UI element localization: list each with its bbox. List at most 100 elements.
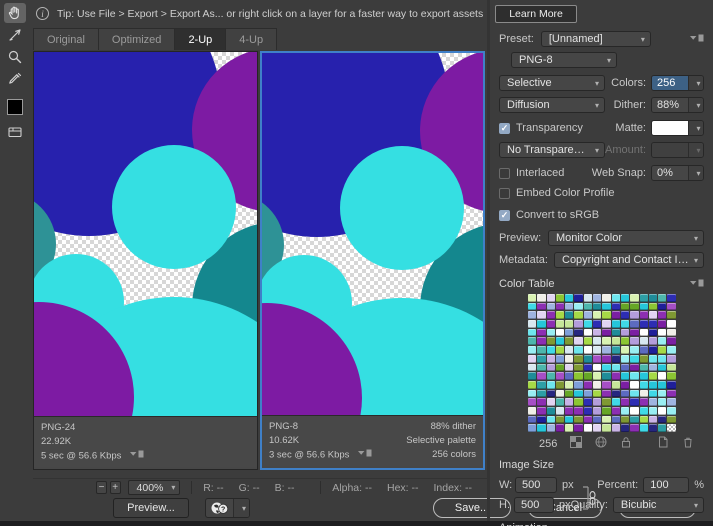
color-swatch[interactable]	[602, 398, 611, 406]
browser-select[interactable]: ? ▾	[205, 498, 250, 518]
color-swatch[interactable]	[565, 302, 574, 311]
color-swatch[interactable]	[639, 398, 648, 406]
color-swatch[interactable]	[620, 415, 630, 424]
color-swatch[interactable]	[574, 406, 583, 415]
color-swatch[interactable]	[565, 372, 574, 380]
color-swatch[interactable]	[620, 354, 630, 363]
color-swatch[interactable]	[667, 302, 676, 311]
color-swatch[interactable]	[546, 346, 555, 354]
color-swatch[interactable]	[620, 398, 630, 406]
color-swatch[interactable]	[546, 311, 555, 320]
link-dimensions-icon[interactable]	[581, 485, 597, 514]
color-swatch[interactable]	[611, 406, 620, 415]
color-swatch[interactable]	[648, 337, 658, 346]
color-swatch[interactable]	[667, 380, 676, 389]
color-swatch[interactable]	[546, 328, 555, 337]
color-swatch[interactable]	[611, 328, 620, 337]
color-swatch[interactable]	[658, 311, 667, 320]
color-swatch[interactable]	[574, 337, 583, 346]
color-swatch[interactable]	[602, 354, 611, 363]
color-swatch[interactable]	[583, 406, 593, 415]
zoom-in-button[interactable]: +	[109, 481, 121, 494]
quality-select[interactable]: Bicubic ▾	[612, 497, 704, 513]
color-swatch[interactable]	[593, 372, 602, 380]
color-swatch[interactable]	[565, 389, 574, 398]
eyedropper-color-swatch[interactable]	[7, 99, 23, 115]
color-swatch[interactable]	[667, 415, 676, 424]
color-swatch[interactable]	[602, 389, 611, 398]
color-swatch[interactable]	[648, 424, 658, 432]
color-swatch[interactable]	[583, 328, 593, 337]
color-swatch[interactable]	[583, 372, 593, 380]
color-swatch[interactable]	[537, 354, 546, 363]
color-swatch[interactable]	[667, 320, 676, 328]
color-swatch[interactable]	[667, 363, 676, 372]
color-swatch[interactable]	[667, 328, 676, 337]
color-swatch[interactable]	[630, 398, 639, 406]
width-field[interactable]: 500	[515, 477, 557, 493]
color-swatch[interactable]	[528, 337, 537, 346]
color-swatch[interactable]	[574, 302, 583, 311]
color-swatch[interactable]	[555, 302, 565, 311]
color-swatch[interactable]	[593, 328, 602, 337]
color-swatch[interactable]	[667, 311, 676, 320]
color-swatch[interactable]	[602, 311, 611, 320]
color-swatch[interactable]	[583, 398, 593, 406]
color-swatch[interactable]	[611, 354, 620, 363]
color-swatch[interactable]	[630, 415, 639, 424]
color-swatch[interactable]	[611, 398, 620, 406]
lock-color-icon[interactable]	[620, 436, 632, 451]
color-swatch[interactable]	[648, 415, 658, 424]
color-swatch[interactable]	[620, 320, 630, 328]
color-swatch[interactable]	[620, 337, 630, 346]
color-swatch[interactable]	[602, 302, 611, 311]
color-swatch[interactable]	[611, 337, 620, 346]
color-swatch[interactable]	[602, 406, 611, 415]
color-swatch[interactable]	[537, 424, 546, 432]
color-swatch[interactable]	[565, 294, 574, 302]
color-swatch[interactable]	[528, 346, 537, 354]
color-swatch[interactable]	[602, 424, 611, 432]
color-swatch[interactable]	[583, 337, 593, 346]
color-swatch[interactable]	[546, 363, 555, 372]
color-swatch[interactable]	[658, 294, 667, 302]
color-swatch[interactable]	[620, 363, 630, 372]
color-swatch[interactable]	[639, 424, 648, 432]
color-swatch[interactable]	[648, 294, 658, 302]
color-swatch[interactable]	[593, 294, 602, 302]
color-swatch[interactable]	[537, 320, 546, 328]
color-swatch[interactable]	[658, 346, 667, 354]
color-swatch[interactable]	[593, 406, 602, 415]
color-swatch[interactable]	[528, 424, 537, 432]
color-swatch[interactable]	[602, 346, 611, 354]
color-swatch[interactable]	[546, 398, 555, 406]
color-swatch[interactable]	[658, 372, 667, 380]
color-swatch[interactable]	[528, 398, 537, 406]
color-swatch[interactable]	[593, 363, 602, 372]
color-swatch[interactable]	[630, 372, 639, 380]
preview-pane-optimized-selected[interactable]: PNG-8 10.62K 3 sec @ 56.6 Kbps 88% dithe…	[260, 51, 485, 470]
color-swatch[interactable]	[528, 311, 537, 320]
color-swatch[interactable]	[658, 302, 667, 311]
color-swatch[interactable]	[593, 320, 602, 328]
color-swatch[interactable]	[630, 380, 639, 389]
web-shift-icon[interactable]	[595, 436, 607, 451]
color-swatch[interactable]	[620, 372, 630, 380]
color-swatch[interactable]	[658, 424, 667, 432]
color-swatch[interactable]	[620, 302, 630, 311]
color-swatch[interactable]	[630, 354, 639, 363]
color-swatch[interactable]	[639, 354, 648, 363]
color-swatch[interactable]	[620, 311, 630, 320]
color-swatch[interactable]	[611, 294, 620, 302]
color-swatch[interactable]	[630, 294, 639, 302]
color-swatch[interactable]	[648, 380, 658, 389]
color-swatch[interactable]	[611, 415, 620, 424]
tab-original[interactable]: Original	[34, 29, 99, 50]
color-swatch[interactable]	[658, 354, 667, 363]
panel-menu-icon[interactable]	[130, 449, 144, 463]
color-swatch[interactable]	[546, 354, 555, 363]
hand-tool[interactable]	[4, 3, 26, 23]
colors-stepper[interactable]: 256 ▾	[651, 75, 704, 91]
color-swatch[interactable]	[537, 311, 546, 320]
preview-pane-original[interactable]: PNG-24 22.92K 5 sec @ 56.6 Kbps	[33, 51, 258, 470]
